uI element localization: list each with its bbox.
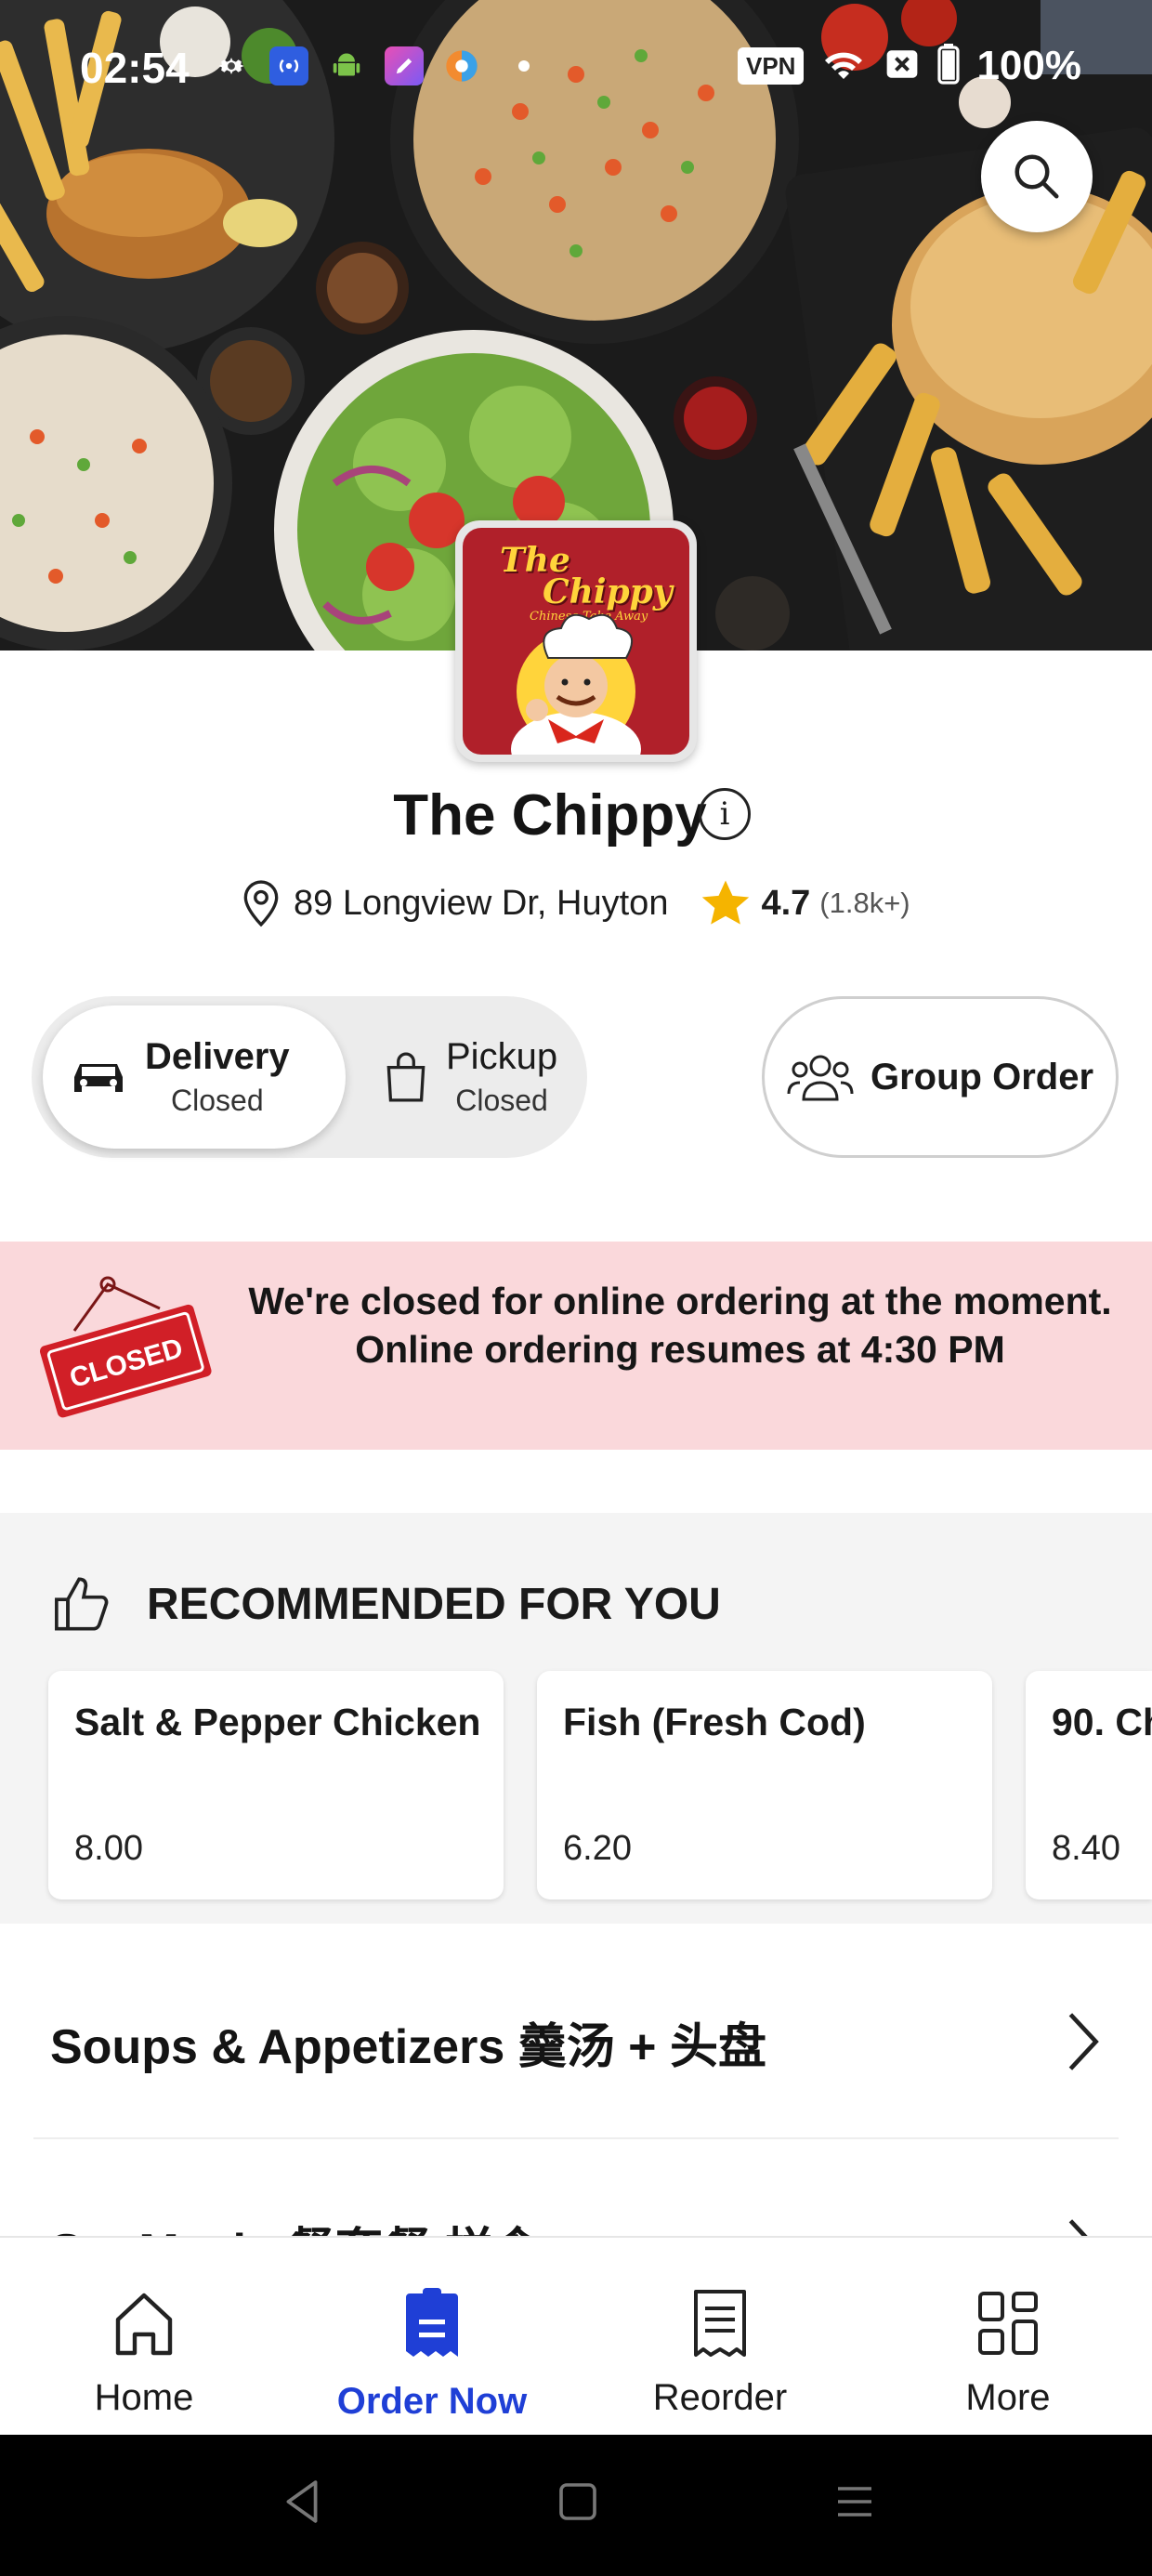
group-order-label: Group Order	[870, 1056, 1094, 1097]
status-bar: 02:54 VPN 100%	[0, 0, 1152, 139]
item-name: Salt & Pepper Chicken	[74, 1701, 481, 1743]
group-order-button[interactable]: Group Order	[762, 996, 1119, 1158]
shopping-bag-icon	[386, 1052, 425, 1102]
recommended-title: RECOMMENDED FOR YOU	[147, 1579, 721, 1629]
delivery-label: Delivery	[145, 1036, 290, 1077]
chevron-right-icon	[1068, 2013, 1099, 2070]
chef-icon	[511, 613, 641, 755]
order-icon	[406, 2288, 458, 2357]
vpn-icon: VPN	[737, 47, 805, 85]
category-soups-appetizers[interactable]: Soups & Appetizers 羹汤 + 头盘	[0, 1961, 1152, 2137]
broadcast-icon	[269, 46, 308, 85]
recommended-section: RECOMMENDED FOR YOU Salt & Pepper Chicke…	[0, 1513, 1152, 1924]
info-icon[interactable]: i	[699, 788, 751, 840]
back-icon[interactable]	[279, 2476, 325, 2528]
address-text: 89 Longview Dr, Huyton	[294, 883, 669, 923]
restaurant-title: The Chippy	[0, 782, 1152, 848]
recents-menu-icon[interactable]	[832, 2476, 877, 2528]
recommended-card[interactable]: Salt & Pepper Chicken 8.00	[48, 1671, 504, 1899]
battery-percent: 100%	[976, 43, 1081, 88]
android-icon	[327, 46, 366, 85]
thumbs-up-icon	[55, 1577, 109, 1631]
search-icon	[1015, 154, 1059, 199]
home-square-icon[interactable]	[556, 2476, 600, 2528]
settings-icon	[212, 46, 251, 85]
nav-order-now[interactable]: Order Now	[288, 2238, 576, 2437]
item-name: Fish (Fresh Cod)	[563, 1701, 866, 1743]
closed-sign-icon: CLOSED	[39, 1276, 212, 1418]
delivery-status: Closed	[171, 1084, 264, 1117]
closed-banner: CLOSED We're closed for online ordering …	[0, 1242, 1152, 1450]
battery-icon	[937, 43, 961, 89]
receipt-icon	[694, 2290, 746, 2357]
category-label: Set Meals 餐套餐 样食	[50, 2212, 542, 2236]
item-name: 90. Ch	[1052, 1701, 1152, 1743]
bottom-nav: Home Order Now Reorder More	[0, 2236, 1152, 2435]
status-time: 02:54	[80, 44, 190, 92]
order-mode-toggle: Delivery Closed Pickup Closed	[32, 996, 587, 1158]
star-icon	[702, 880, 750, 925]
rating-value: 4.7	[761, 883, 811, 923]
nav-label: Order Now	[336, 2381, 528, 2422]
wifi-icon	[820, 46, 867, 87]
pickup-option[interactable]: Pickup Closed	[347, 1005, 580, 1149]
grid-icon	[978, 2292, 1038, 2355]
nav-label: Reorder	[652, 2377, 788, 2418]
delivery-option[interactable]: Delivery Closed	[43, 1005, 346, 1149]
item-price: 6.20	[563, 1829, 632, 1868]
group-icon	[787, 1055, 854, 1101]
recommended-header: RECOMMENDED FOR YOU	[52, 1574, 721, 1634]
item-price: 8.00	[74, 1829, 143, 1868]
rating[interactable]: 4.7 (1.8k+)	[700, 878, 910, 928]
closed-message-line1: We're closed for online ordering at the …	[248, 1280, 1112, 1322]
nav-more[interactable]: More	[864, 2238, 1152, 2437]
chevron-right-icon	[1068, 2219, 1088, 2236]
nav-label: Home	[94, 2377, 194, 2418]
category-label: Soups & Appetizers 羹汤 + 头盘	[50, 2020, 766, 2074]
rating-count: (1.8k+)	[819, 887, 910, 919]
sim-off-icon	[884, 47, 921, 85]
dot-icon	[518, 60, 530, 72]
system-icons: VPN 100%	[737, 43, 1081, 89]
notification-icons	[212, 46, 530, 85]
closed-message: We're closed for online ordering at the …	[243, 1277, 1117, 1373]
nav-reorder[interactable]: Reorder	[576, 2238, 864, 2437]
recommended-card[interactable]: Fish (Fresh Cod) 6.20	[537, 1671, 992, 1899]
nav-label: More	[965, 2377, 1051, 2418]
location-pin-icon	[243, 880, 279, 927]
app-icon	[385, 46, 424, 85]
pickup-status: Closed	[455, 1084, 548, 1117]
restaurant-logo: The Chippy Chinese Take Away	[455, 520, 697, 762]
car-icon	[74, 1064, 123, 1092]
search-button[interactable]	[981, 121, 1093, 232]
closed-message-line2: Online ordering resumes at 4:30 PM	[355, 1328, 1005, 1371]
pickup-label: Pickup	[446, 1036, 558, 1077]
category-next[interactable]: Set Meals 餐套餐 样食	[0, 2139, 1152, 2236]
nav-home[interactable]: Home	[0, 2238, 288, 2437]
item-price: 8.40	[1052, 1829, 1120, 1868]
recommended-card[interactable]: 90. Ch 8.40	[1026, 1671, 1152, 1899]
restaurant-name: The Chippy	[393, 783, 707, 848]
address-row: 89 Longview Dr, Huyton 4.7 (1.8k+)	[238, 874, 910, 933]
browser-icon	[442, 46, 481, 85]
home-icon	[115, 2293, 173, 2356]
system-nav-bar	[0, 2435, 1152, 2576]
